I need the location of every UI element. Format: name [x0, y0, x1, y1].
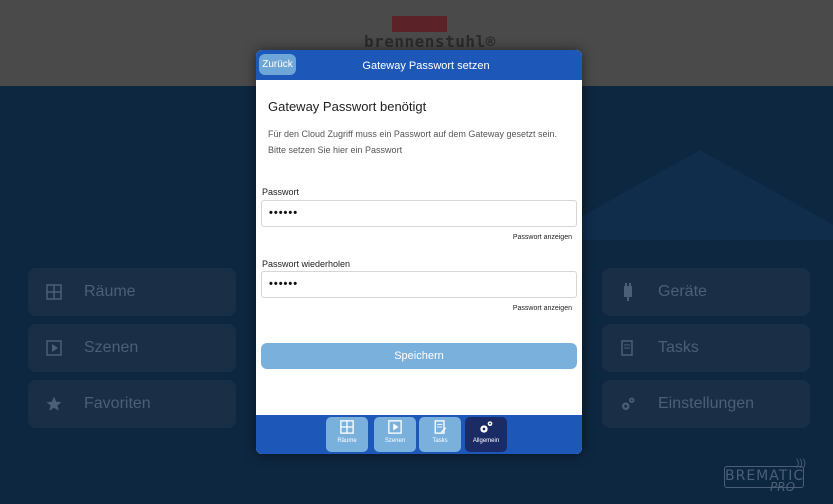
play-icon — [388, 420, 402, 434]
brand-logo: brennenstuhl® — [364, 32, 496, 51]
password-label: Passwort — [262, 187, 300, 197]
rooms-icon — [44, 282, 64, 302]
dialog-description: Für den Cloud Zugriff muss ein Passwort … — [268, 129, 557, 155]
rooms-icon — [340, 420, 354, 434]
scenes-icon — [44, 338, 64, 358]
gears-icon — [618, 394, 638, 414]
brematic-pro-logo: BREMATIC PRO ))) — [724, 458, 806, 494]
dialog-title: Gateway Passwort setzen — [362, 60, 490, 72]
section-title: Gateway Passwort benötigt — [268, 99, 427, 114]
tile-tasks[interactable]: Tasks — [602, 324, 810, 372]
repeat-password-label: Passwort wiederholen — [262, 259, 351, 269]
tab-scenes[interactable]: Szenen — [374, 417, 416, 452]
star-icon — [44, 394, 64, 414]
brand-logo-bar — [392, 16, 447, 32]
back-button[interactable]: Zurück — [259, 54, 296, 75]
tab-general[interactable]: Allgemein — [465, 417, 507, 452]
tab-label: Allgemein — [472, 438, 500, 444]
tile-rooms[interactable]: Räume — [28, 268, 236, 316]
dialog-header: Zurück Gateway Passwort setzen — [256, 50, 582, 80]
save-button[interactable]: Speichern — [261, 343, 577, 369]
tasks-icon — [434, 420, 446, 434]
gateway-password-dialog: Zurück Gateway Passwort setzen Gateway P… — [256, 50, 582, 454]
tab-rooms[interactable]: Räume — [326, 417, 368, 452]
tasks-icon — [618, 338, 638, 358]
tile-scenes[interactable]: Szenen — [28, 324, 236, 372]
tab-label: Räume — [337, 438, 357, 444]
bottom-tab-bar: Räume Szenen Tasks Allgemein — [256, 415, 582, 454]
tile-settings[interactable]: Einstellungen — [602, 380, 810, 428]
tile-label: Tasks — [658, 339, 699, 356]
plug-icon — [618, 282, 638, 302]
tile-label: Favoriten — [84, 395, 151, 412]
tile-label: Räume — [84, 283, 136, 300]
tile-favorites[interactable]: Favoriten — [28, 380, 236, 428]
tile-label: Einstellungen — [658, 395, 755, 412]
show-repeat-password-link[interactable]: Passwort anzeigen — [513, 305, 572, 312]
show-password-link[interactable]: Passwort anzeigen — [513, 234, 572, 241]
repeat-password-field[interactable]: •••••• — [261, 271, 577, 298]
tile-devices[interactable]: Geräte — [602, 268, 810, 316]
house-roof-decoration — [540, 150, 833, 240]
tab-label: Tasks — [432, 438, 448, 444]
tile-label: Geräte — [658, 283, 707, 300]
password-field[interactable]: •••••• — [261, 200, 577, 227]
tab-label: Szenen — [384, 438, 406, 444]
tab-tasks[interactable]: Tasks — [419, 417, 461, 452]
wifi-icon: ))) — [796, 458, 806, 469]
tile-label: Szenen — [84, 339, 139, 356]
gears-icon — [480, 421, 493, 433]
